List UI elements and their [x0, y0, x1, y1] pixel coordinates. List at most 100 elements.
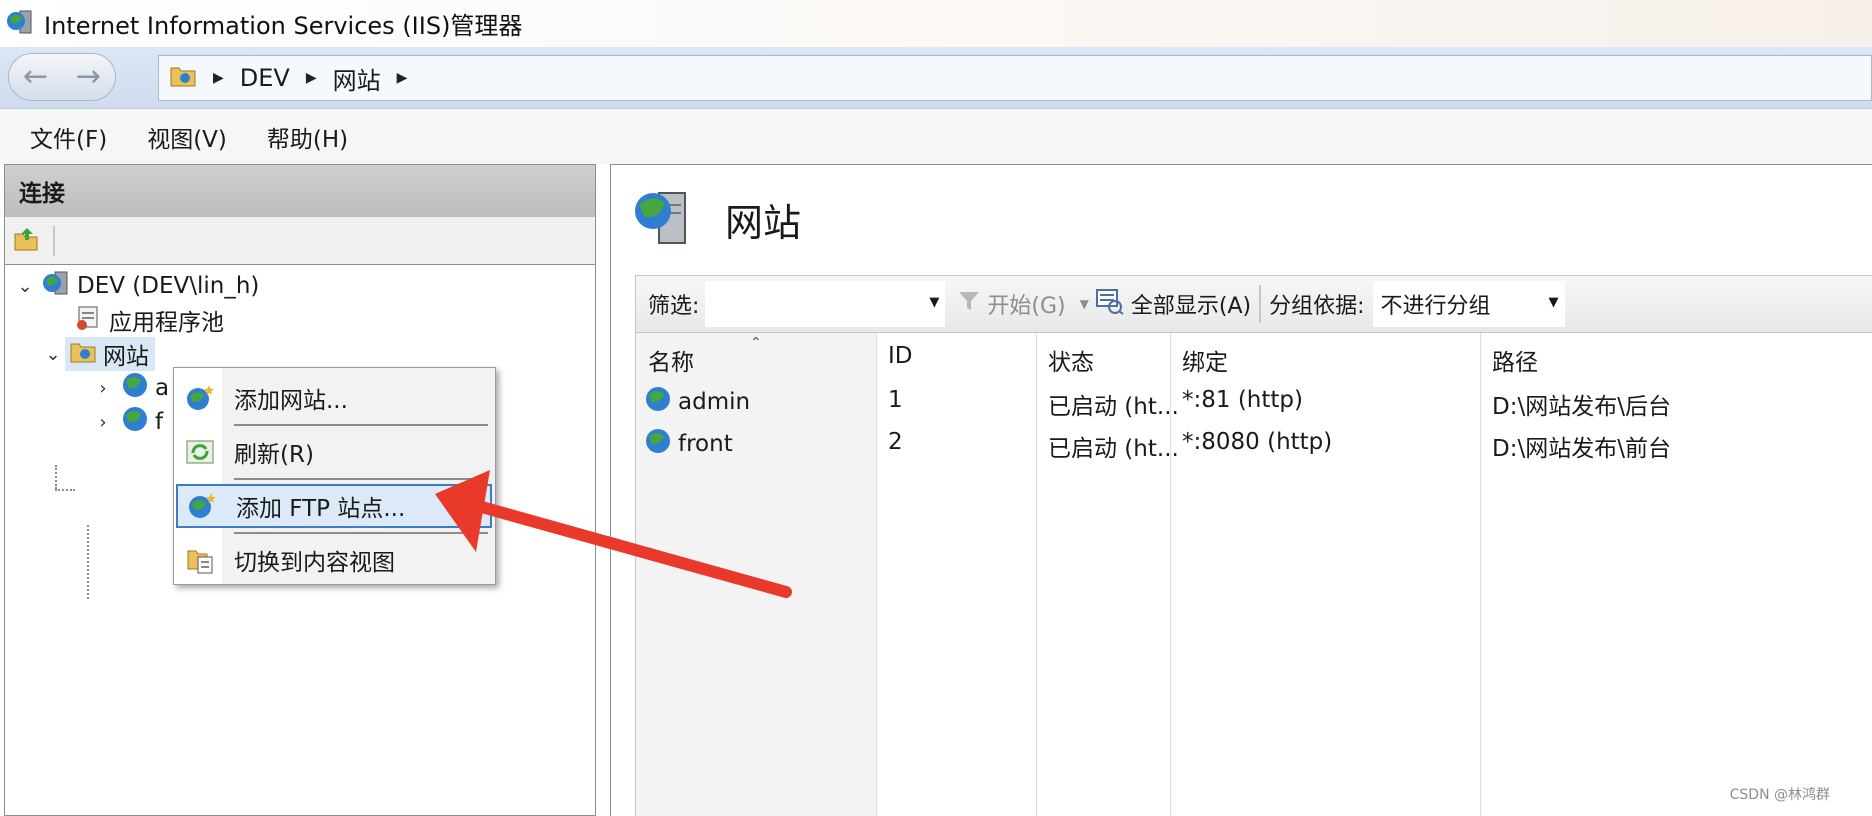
tree-item-label: DEV (DEV\lin_h) [77, 273, 260, 299]
site-id: 2 [888, 429, 903, 455]
sites-panel: 网站 筛选: ▼ 开始(G) ▼ 全部显示(A) 分组依据: 不进行分组 ▼ ⌃… [610, 164, 1872, 816]
filter-combobox[interactable]: ▼ [705, 281, 946, 327]
dropdown-arrow-icon[interactable]: ▼ [1549, 295, 1559, 310]
group-by-label: 分组依据: [1269, 294, 1365, 319]
sites-folder-icon [169, 62, 197, 94]
start-filter-button[interactable]: 开始(G) [957, 288, 1066, 320]
page-header: 网站 [631, 185, 801, 253]
tree-item-site-front[interactable]: › f [91, 405, 163, 439]
menu-item-switch-content-view[interactable]: 切换到内容视图 [176, 538, 492, 582]
column-header-status[interactable]: 状态 [1048, 343, 1094, 377]
menu-item-label: 添加网站... [234, 388, 348, 414]
page-title: 网站 [725, 200, 802, 245]
menu-file[interactable]: 文件(F) [30, 120, 107, 154]
breadcrumb-separator-icon[interactable]: ▶ [397, 70, 408, 86]
toolbar-separator [53, 225, 55, 256]
globe-icon [121, 405, 149, 439]
sites-table: ⌃ 名称 ID 状态 绑定 路径 admin 1 已启动 (ht... *:81… [635, 333, 1872, 816]
filter-toolbar: 筛选: ▼ 开始(G) ▼ 全部显示(A) 分组依据: 不进行分组 ▼ [635, 275, 1872, 333]
menu-separator [234, 532, 488, 534]
iis-app-icon [6, 7, 34, 41]
column-divider[interactable] [876, 333, 877, 816]
start-filter-label: 开始(G) [987, 294, 1066, 319]
connect-icon[interactable] [13, 226, 41, 256]
breadcrumb-separator-icon[interactable]: ▶ [306, 70, 317, 86]
dropdown-arrow-icon[interactable]: ▼ [929, 295, 939, 310]
show-all-icon [1095, 287, 1125, 321]
show-all-label: 全部显示(A) [1130, 294, 1252, 319]
chevron-down-icon[interactable]: ⌄ [41, 344, 65, 365]
column-header-id[interactable]: ID [888, 343, 913, 369]
sites-server-icon [631, 185, 695, 253]
show-all-button[interactable]: 全部显示(A) [1095, 287, 1251, 321]
watermark: CSDN @林鸿群 [1729, 787, 1830, 803]
tree-item-server[interactable]: ⌄ DEV (DEV\lin_h) [13, 269, 259, 303]
address-bar: ← → ▶ DEV ▶ 网站 ▶ [0, 47, 1872, 109]
group-by-combobox[interactable]: 不进行分组 ▼ [1372, 281, 1565, 327]
menu-item-add-website[interactable]: 添加网站... [176, 376, 492, 420]
breadcrumb-item-dev[interactable]: DEV [240, 64, 290, 92]
add-ftp-site-icon [178, 491, 226, 521]
site-status: 已启动 (ht... [1048, 436, 1179, 462]
menu-item-label: 切换到内容视图 [234, 550, 395, 576]
menu-item-refresh[interactable]: 刷新(R) [176, 430, 492, 474]
menu-separator [234, 424, 488, 426]
forward-arrow-icon[interactable]: → [76, 62, 101, 92]
globe-icon [644, 385, 672, 419]
connections-toolbar [5, 217, 595, 265]
column-header-name[interactable]: 名称 [648, 343, 694, 377]
site-status: 已启动 (ht... [1048, 394, 1179, 420]
site-binding: *:8080 (http) [1182, 429, 1333, 455]
tree-item-label: 应用程序池 [109, 310, 224, 336]
toolbar-separator [1259, 285, 1262, 323]
back-arrow-icon[interactable]: ← [23, 62, 48, 92]
menu-help[interactable]: 帮助(H) [267, 120, 348, 154]
breadcrumb-item-sites[interactable]: 网站 [333, 61, 381, 96]
refresh-icon [176, 437, 224, 467]
globe-icon [121, 371, 149, 405]
menu-item-add-ftp-site[interactable]: 添加 FTP 站点... [176, 484, 492, 528]
window-title: Internet Information Services (IIS)管理器 [44, 12, 523, 40]
breadcrumb-separator-icon[interactable]: ▶ [213, 70, 224, 86]
title-bar: Internet Information Services (IIS)管理器 [0, 0, 1872, 47]
filter-label: 筛选: [648, 294, 700, 319]
sort-ascending-icon: ⌃ [750, 335, 762, 351]
app-pool-icon [73, 303, 103, 337]
tree-item-site-admin[interactable]: › a [91, 371, 169, 405]
menu-separator [234, 478, 488, 480]
table-row[interactable]: front [644, 427, 733, 461]
column-divider[interactable] [1036, 333, 1037, 816]
chevron-down-icon[interactable]: ⌄ [13, 276, 37, 297]
chevron-right-icon[interactable]: › [91, 378, 115, 399]
content-view-icon [176, 545, 224, 575]
tree-line [87, 525, 89, 599]
tree-item-label: f [155, 409, 164, 435]
tree-item-sites[interactable]: ⌄ 网站 [41, 337, 155, 371]
menu-item-label: 添加 FTP 站点... [236, 496, 406, 522]
tree-item-label: a [155, 375, 170, 401]
menu-view[interactable]: 视图(V) [147, 120, 227, 154]
globe-icon [644, 427, 672, 461]
column-header-path[interactable]: 路径 [1492, 343, 1538, 377]
funnel-icon [957, 289, 981, 319]
add-website-icon [176, 383, 224, 413]
nav-buttons: ← → [8, 53, 116, 101]
column-divider[interactable] [1480, 333, 1481, 816]
site-id: 1 [888, 387, 903, 413]
breadcrumb[interactable]: ▶ DEV ▶ 网站 ▶ [158, 55, 1872, 101]
chevron-right-icon[interactable]: › [91, 412, 115, 433]
context-menu: 添加网站... 刷新(R) 添加 FTP 站点... 切换到内容视图 [173, 367, 496, 585]
connections-header: 连接 [5, 165, 595, 217]
tree-item-label: 网站 [103, 344, 149, 370]
site-name: admin [678, 389, 751, 415]
site-name: front [678, 431, 733, 457]
group-by-value: 不进行分组 [1380, 294, 1491, 319]
start-dropdown-arrow-icon[interactable]: ▼ [1080, 297, 1089, 311]
tree-item-sites-selected[interactable]: 网站 [65, 337, 155, 371]
table-row[interactable]: admin [644, 385, 750, 419]
sites-folder-icon [69, 338, 97, 370]
column-header-binding[interactable]: 绑定 [1182, 343, 1228, 377]
tree-item-app-pools[interactable]: 应用程序池 [73, 303, 224, 337]
menu-bar: 文件(F) 视图(V) 帮助(H) [0, 109, 1872, 164]
server-icon [41, 269, 71, 303]
